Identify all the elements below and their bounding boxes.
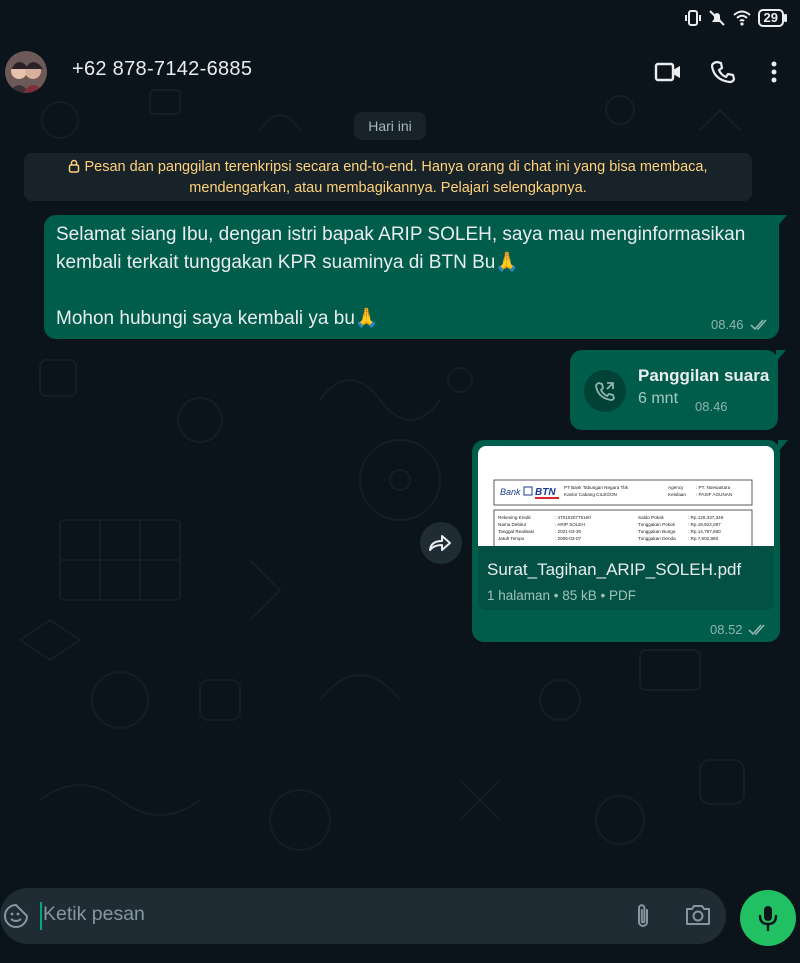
attach-button[interactable] — [632, 902, 654, 935]
bubble-tail — [777, 215, 787, 227]
sticker-button[interactable] — [3, 903, 29, 934]
message-composer: Ketik pesan — [0, 888, 726, 944]
forward-icon — [429, 535, 451, 551]
doc-row-value: : 4701020775160 — [555, 515, 591, 520]
date-divider: Hari ini — [354, 112, 426, 140]
doc-row-label: Tunggakan Pokok — [638, 522, 676, 527]
doc-header-label: Kelolaan — [668, 492, 686, 497]
doc-row-label: Saldo Pokok — [638, 515, 664, 520]
message-time: 08.46 — [695, 399, 728, 414]
voice-call-message[interactable]: Panggilan suara 6 mnt 08.46 — [570, 350, 786, 430]
bank-logo-text: Bank — [500, 487, 521, 497]
message-input[interactable]: Ketik pesan — [43, 903, 145, 926]
more-options-button[interactable] — [758, 56, 790, 88]
document-preview[interactable]: Bank BTN PT Bank Tabungan Negara Tbk Kan… — [478, 446, 774, 546]
document-message[interactable]: Bank BTN PT Bank Tabungan Negara Tbk Kan… — [472, 440, 788, 642]
doc-header-line: Kantor Cabang CILEGON — [564, 492, 617, 497]
more-vertical-icon — [771, 61, 777, 83]
battery-indicator: 29 — [757, 9, 788, 27]
encryption-notice-text: Pesan dan panggilan terenkripsi secara e… — [84, 159, 708, 196]
video-call-button[interactable] — [652, 56, 684, 88]
doc-row-label: Jatuh Tempo — [498, 536, 525, 541]
doc-row-value: : Rp.14,787,660 — [688, 529, 721, 534]
call-duration: 6 mnt — [638, 390, 679, 407]
doc-header-value: : PASIF AGUNAN — [696, 492, 732, 497]
voice-message-button[interactable] — [740, 890, 796, 946]
forward-button[interactable] — [420, 522, 462, 564]
document-info[interactable]: Surat_Tagihan_ARIP_SOLEH.pdf 1 halaman •… — [478, 546, 774, 610]
doc-row-value: : ARIP SOLEH — [555, 522, 585, 527]
doc-row-label: Tunggakan Denda — [638, 536, 676, 541]
wifi-icon — [732, 9, 752, 27]
double-check-icon — [750, 319, 767, 331]
video-camera-icon — [654, 62, 680, 82]
avatar[interactable] — [5, 51, 47, 93]
bubble-tail — [778, 440, 788, 452]
encryption-notice[interactable]: Pesan dan panggilan terenkripsi secara e… — [24, 153, 752, 201]
doc-row-value: : 2005-03-07 — [555, 536, 581, 541]
camera-icon — [686, 905, 710, 925]
bubble-tail — [776, 350, 786, 362]
doc-header-line: PT Bank Tabungan Negara Tbk — [564, 485, 629, 490]
message-time: 08.46 — [711, 317, 744, 332]
contact-name[interactable]: +62 878-7142-6885 — [72, 58, 252, 81]
doc-row-label: Nama Debitur — [498, 522, 527, 527]
camera-button[interactable] — [684, 902, 712, 933]
message-time: 08.52 — [710, 622, 743, 637]
outgoing-message[interactable]: Selamat siang Ibu, dengan istri bapak AR… — [44, 215, 787, 339]
double-check-icon — [748, 624, 765, 636]
pdf-thumbnail: Bank BTN PT Bank Tabungan Negara Tbk Kan… — [493, 479, 753, 546]
document-meta: 1 halaman • 85 kB • PDF — [487, 588, 637, 603]
sticker-smiley-icon — [4, 903, 29, 928]
doc-row-value: : 2021-03-30 — [555, 529, 581, 534]
btn-logo-text: BTN — [535, 487, 556, 498]
paperclip-icon — [638, 904, 648, 927]
message-text: Selamat siang Ibu, dengan istri bapak AR… — [56, 224, 746, 329]
doc-row-value: : Rp.7,502,860 — [688, 536, 719, 541]
lock-icon — [69, 159, 80, 173]
doc-row-value: : Rp.120,337,346 — [688, 515, 724, 520]
outgoing-call-icon — [595, 382, 615, 401]
notifications-off-icon — [708, 9, 726, 27]
microphone-icon — [758, 906, 778, 932]
chat-header: +62 878-7142-6885 — [0, 40, 800, 102]
document-name: Surat_Tagihan_ARIP_SOLEH.pdf — [487, 560, 742, 579]
text-caret — [40, 902, 42, 930]
call-icon-badge — [584, 370, 626, 412]
doc-row-label: Tanggal Realisasi — [498, 529, 534, 534]
doc-header-value: : PT. Noesantara — [696, 485, 731, 490]
doc-row-label: Rekening Kredit — [498, 515, 531, 520]
status-bar: 29 — [684, 6, 788, 30]
doc-header-label: Agency — [668, 485, 684, 490]
call-title: Panggilan suara — [638, 366, 770, 385]
doc-row-label: Tunggakan Bunga — [638, 529, 676, 534]
bank-logo-mark — [523, 486, 533, 496]
phone-icon — [711, 60, 736, 84]
voice-call-button[interactable] — [708, 56, 740, 88]
doc-row-value: : Rp.19,922,087 — [688, 522, 721, 527]
btn-logo-underline — [535, 497, 559, 499]
vibrate-icon — [684, 9, 702, 27]
